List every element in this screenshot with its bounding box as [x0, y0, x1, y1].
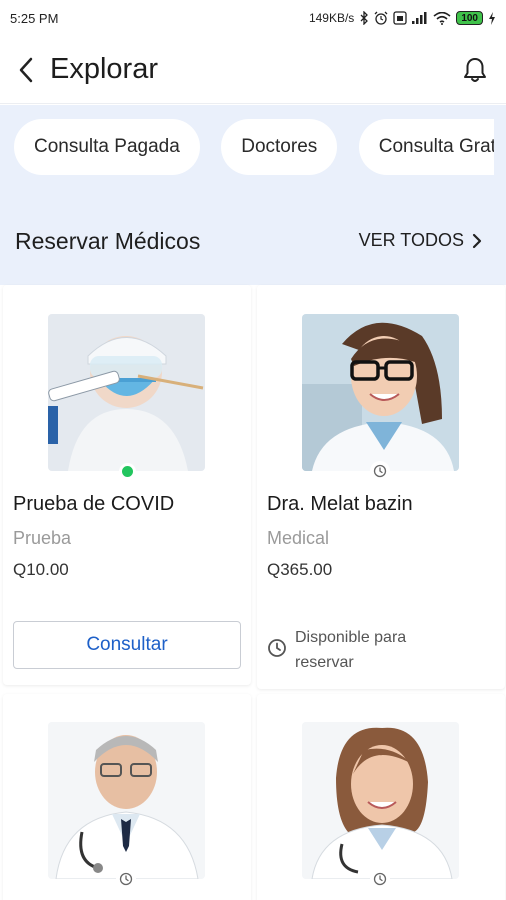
- network-speed: 149KB/s: [308, 11, 355, 25]
- card-title: Prueba de COVID: [13, 493, 175, 515]
- online-status-dot: [119, 463, 136, 480]
- service-card[interactable]: Prueba de COVID Prueba Q10.00 Consultar: [3, 285, 251, 685]
- clock-icon: [268, 639, 286, 657]
- signal-icon: [412, 12, 427, 24]
- card-price: Q10.00: [13, 560, 69, 579]
- clock-icon: [373, 872, 387, 886]
- card-title: Dra. Melat bazin: [267, 493, 413, 515]
- status-bar: 5:25 PM 149KB/s 100: [0, 0, 506, 36]
- card-category: Medical: [267, 528, 330, 548]
- see-all-link[interactable]: VER TODOS: [359, 230, 482, 251]
- doctor-card[interactable]: [3, 694, 251, 900]
- clock-badge: [116, 869, 136, 889]
- sim-icon: [393, 11, 407, 25]
- alarm-icon: [374, 11, 388, 25]
- clock-icon: [373, 464, 387, 478]
- clock-badge: [370, 869, 390, 889]
- battery-icon: 100: [456, 11, 483, 25]
- clock-icon: [119, 872, 133, 886]
- status-icons: 149KB/s 100: [309, 11, 496, 25]
- chevron-right-icon: [472, 233, 482, 248]
- bluetooth-icon: [360, 11, 369, 25]
- charging-icon: [489, 11, 495, 25]
- chip-paid-consultation[interactable]: Consulta Pagada: [14, 119, 200, 175]
- see-all-label: VER TODOS: [358, 230, 464, 250]
- card-price: Q365.00: [267, 560, 333, 579]
- card-category: Prueba: [13, 528, 72, 548]
- section-title: Reservar Médicos: [15, 228, 201, 254]
- chip-list: Consulta Pagada Doctores Consulta Gratui…: [14, 119, 494, 179]
- filter-panel: Consulta Pagada Doctores Consulta Gratui…: [0, 105, 506, 285]
- clock-badge: [370, 461, 390, 481]
- availability-note: Disponible para reservar: [267, 625, 467, 675]
- covid-test-photo: [48, 314, 205, 471]
- wifi-icon: [433, 11, 451, 25]
- app-bar: Explorar: [0, 36, 506, 104]
- availability-text: Disponible para reservar: [295, 629, 407, 671]
- doctor-photo: [48, 722, 205, 879]
- doctor-photo: [302, 314, 459, 471]
- doctor-card[interactable]: Dra. Melat bazin Medical Q365.00 Disponi…: [257, 285, 505, 689]
- chip-free-consultation[interactable]: Consulta Gratuita: [358, 119, 494, 175]
- page-title: Explorar: [50, 53, 158, 85]
- status-time: 5:25 PM: [10, 10, 59, 26]
- chevron-left-icon[interactable]: [14, 57, 38, 82]
- chip-doctors[interactable]: Doctores: [221, 119, 338, 175]
- doctor-card[interactable]: [257, 694, 505, 900]
- bell-icon[interactable]: [462, 56, 488, 84]
- consult-button[interactable]: Consultar: [13, 621, 241, 669]
- doctor-photo: [302, 722, 459, 879]
